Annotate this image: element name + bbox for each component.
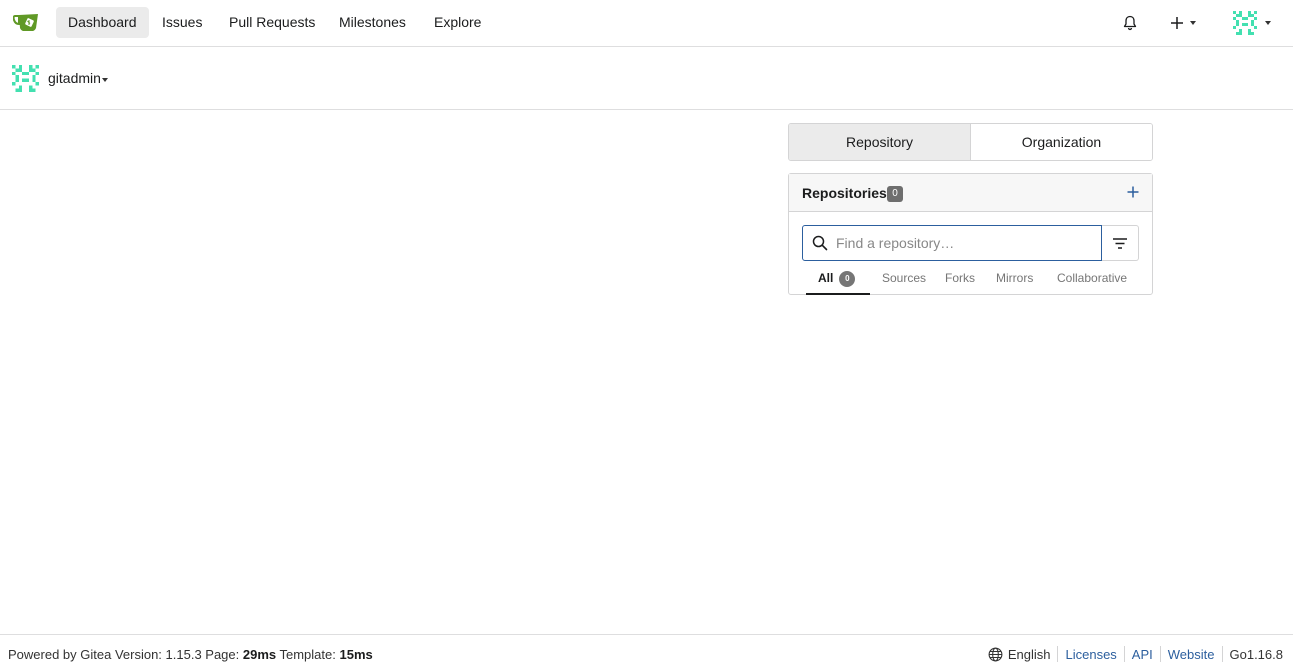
footer-divider: [1159, 646, 1161, 662]
subtab-all[interactable]: All 0: [806, 268, 870, 295]
footer-divider: [1221, 646, 1223, 662]
dashboard-context-bar: gitadmin: [0, 47, 1293, 110]
footer-divider: [1057, 646, 1059, 662]
context-user-name[interactable]: gitadmin: [48, 70, 101, 86]
repositories-title: Repositories: [802, 185, 887, 201]
footer-divider: [1123, 646, 1125, 662]
subtab-sources[interactable]: Sources: [882, 268, 926, 295]
footer-template-time: 15ms: [339, 647, 373, 662]
footer-page-time: 29ms: [242, 647, 277, 662]
repositories-count-badge: 0: [887, 186, 903, 202]
nav-milestones[interactable]: Milestones: [327, 7, 418, 38]
footer-go-version: Go1.16.8: [1229, 646, 1284, 662]
avatar-icon: [1233, 11, 1257, 35]
create-menu-button[interactable]: [1170, 0, 1196, 46]
plus-icon: [1127, 186, 1139, 198]
footer-link-website[interactable]: Website: [1168, 647, 1215, 662]
repository-filter-button[interactable]: [1102, 225, 1139, 261]
footer-powered-by: Powered by Gitea Version: 1.15.3 Page:: [8, 647, 243, 662]
filter-icon: [1113, 238, 1127, 249]
repository-filter-tabs: All 0 Sources Forks Mirrors Collaborative: [802, 268, 1139, 295]
subtab-mirrors[interactable]: Mirrors: [996, 268, 1033, 295]
bell-icon: [1123, 15, 1137, 31]
dashboard-tabs: Repository Organization: [788, 123, 1153, 161]
new-repository-button[interactable]: [1127, 182, 1139, 202]
language-label: English: [1007, 646, 1051, 662]
globe-icon: [988, 647, 1003, 661]
user-menu-button[interactable]: [1233, 0, 1271, 46]
subtab-collaborative[interactable]: Collaborative: [1057, 268, 1127, 295]
search-icon: [812, 235, 828, 251]
nav-explore[interactable]: Explore: [422, 7, 493, 38]
subtab-all-label: All: [818, 271, 834, 285]
language-selector[interactable]: English: [988, 646, 1051, 662]
repositories-panel: Repositories 0 All 0 Sources Forks Mirror…: [788, 173, 1153, 295]
avatar-icon[interactable]: [12, 65, 39, 92]
top-navbar: Dashboard Issues Pull Requests Milestone…: [0, 0, 1293, 47]
footer-template-label: Template:: [276, 647, 340, 662]
chevron-down-icon[interactable]: [102, 78, 108, 82]
plus-icon: [1171, 17, 1183, 29]
tab-repository[interactable]: Repository: [789, 124, 971, 160]
nav-issues[interactable]: Issues: [150, 7, 214, 38]
footer-link-licenses[interactable]: Licenses: [1065, 647, 1116, 662]
repository-search-input[interactable]: [836, 226, 1096, 260]
chevron-down-icon: [1265, 21, 1271, 25]
page-footer: Powered by Gitea Version: 1.15.3 Page: 2…: [0, 634, 1293, 670]
chevron-down-icon: [1190, 21, 1196, 25]
footer-version-info: Powered by Gitea Version: 1.15.3 Page: 2…: [8, 647, 373, 662]
notifications-button[interactable]: [1122, 0, 1138, 46]
gitea-logo-icon[interactable]: [13, 11, 41, 33]
footer-links: English Licenses API Website Go1.16.8: [988, 646, 1283, 662]
nav-pull-requests[interactable]: Pull Requests: [217, 7, 327, 38]
repositories-panel-header: Repositories 0: [789, 174, 1152, 212]
subtab-all-count: 0: [839, 271, 856, 287]
repository-search-box: [802, 225, 1102, 261]
tab-organization[interactable]: Organization: [971, 124, 1152, 160]
nav-dashboard[interactable]: Dashboard: [56, 7, 149, 38]
subtab-forks[interactable]: Forks: [945, 268, 975, 295]
footer-link-api[interactable]: API: [1132, 647, 1153, 662]
